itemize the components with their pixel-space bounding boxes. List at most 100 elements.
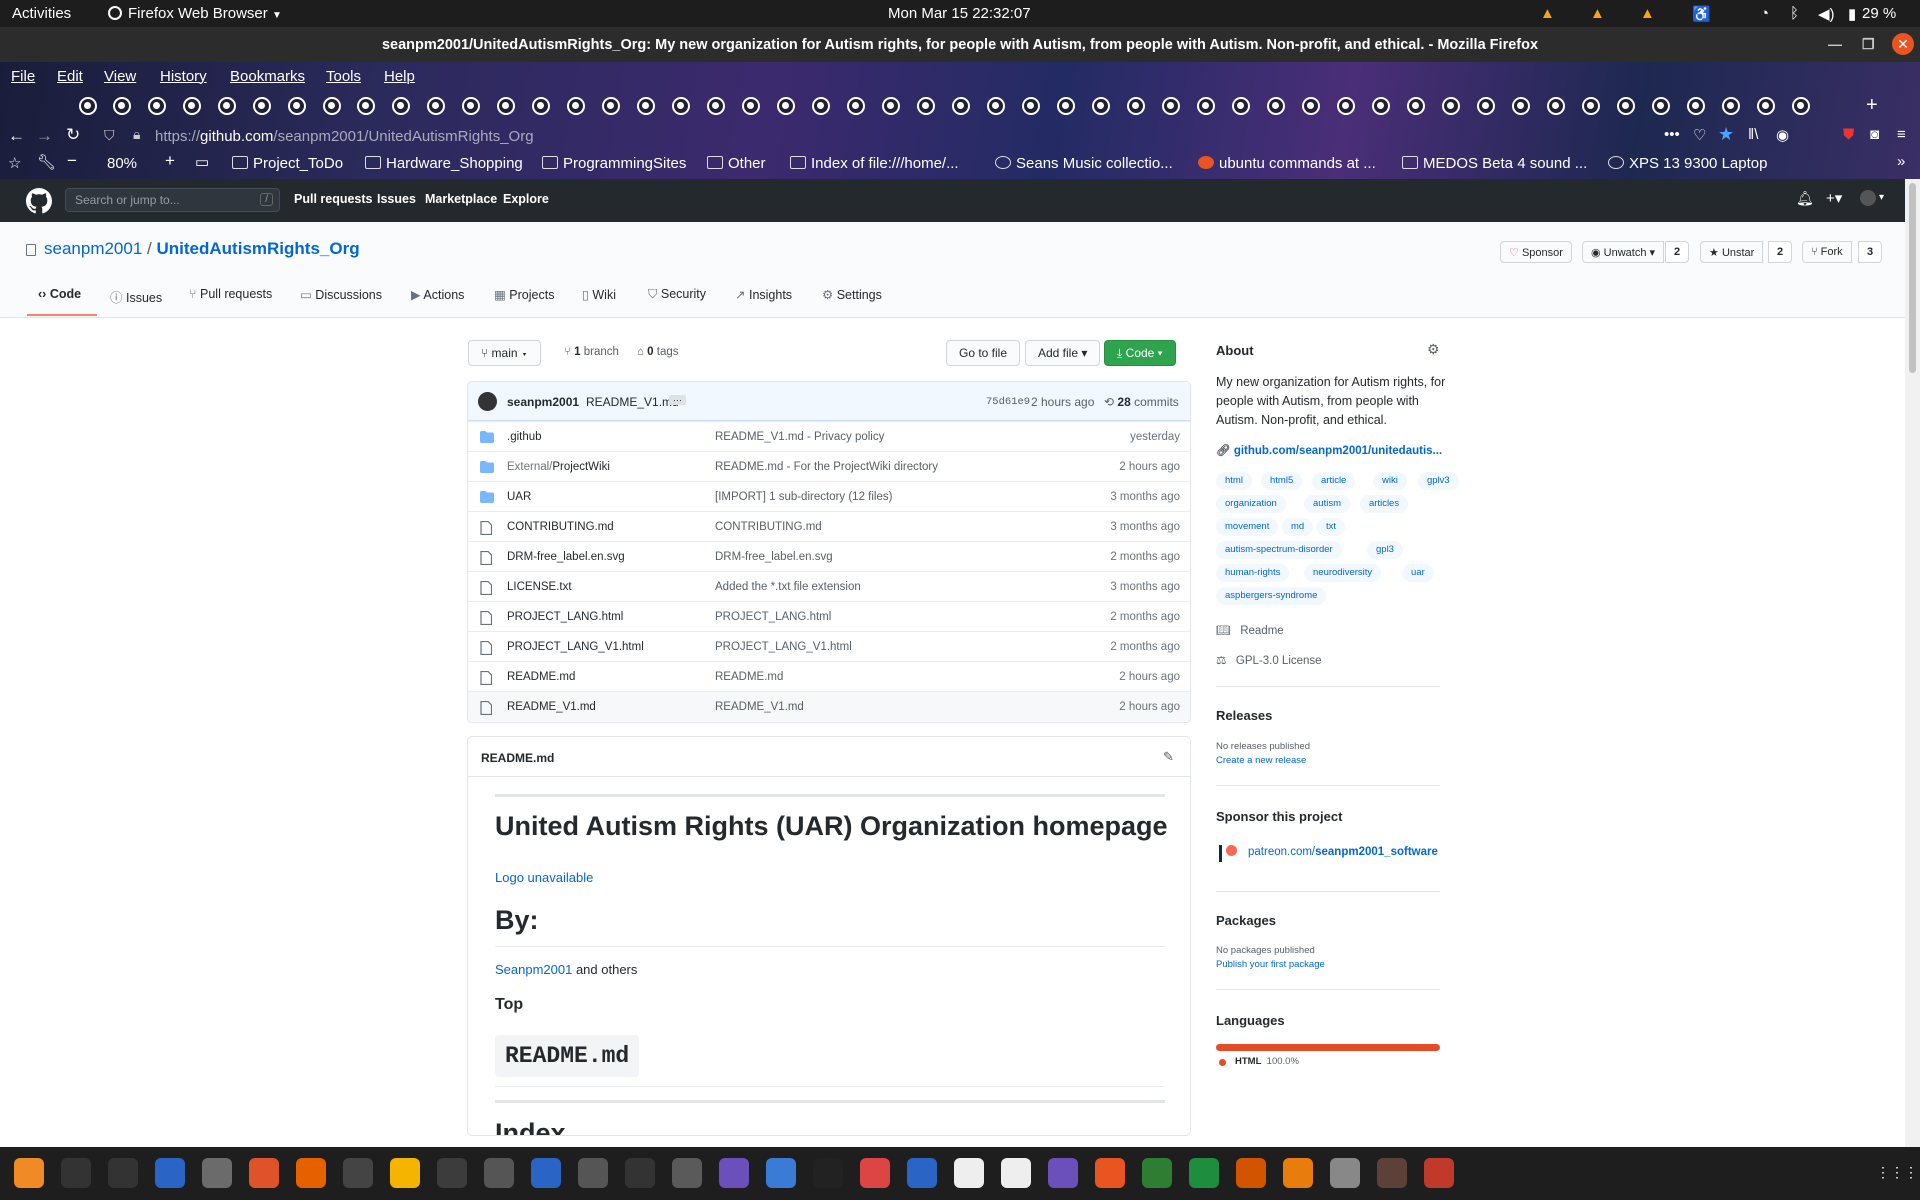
commit-message-link[interactable]: PROJECT_LANG.html xyxy=(715,611,831,623)
ublock-icon[interactable]: ⛊ xyxy=(1843,126,1854,143)
code-button[interactable]: ⤓ Code ▾ xyxy=(1104,340,1176,366)
character-map-icon[interactable] xyxy=(954,1158,984,1188)
image-editor-icon[interactable] xyxy=(1142,1158,1172,1188)
bell-icon[interactable]: 🔔︎ xyxy=(1796,190,1814,207)
commit-message-link[interactable]: README_V1.md - Privacy policy xyxy=(715,431,884,443)
file-name-link[interactable]: External/ProjectWiki xyxy=(507,461,610,473)
nav-explore[interactable]: Explore xyxy=(503,192,549,206)
bookmark-item[interactable]: Other xyxy=(707,155,766,172)
virtualbox-icon[interactable] xyxy=(766,1158,796,1188)
file-name-link[interactable]: README.md xyxy=(507,671,575,683)
new-tab-icon[interactable]: + xyxy=(1866,94,1878,117)
language-item[interactable]: HTML 100.0% xyxy=(1235,1056,1299,1067)
topic-tag[interactable]: txt xyxy=(1317,518,1346,536)
browser-tab-icon[interactable] xyxy=(1162,97,1180,115)
chevron-down-icon[interactable]: ▾ xyxy=(1879,192,1884,203)
tab-discussions[interactable]: ▭ Discussions xyxy=(300,287,382,302)
topic-tag[interactable]: movement xyxy=(1216,518,1279,536)
accessibility-icon[interactable]: ♿ xyxy=(1692,5,1711,23)
browser-tab-icon[interactable] xyxy=(1407,97,1425,115)
menu-tools[interactable]: Tools xyxy=(326,68,361,85)
branch-selector[interactable]: ⑂ main ▾ xyxy=(468,340,542,366)
menu-bookmarks[interactable]: Bookmarks xyxy=(230,68,305,85)
browser-tab-icon[interactable] xyxy=(1057,97,1075,115)
more-icon[interactable]: ••• xyxy=(1664,126,1680,143)
app-store-icon[interactable] xyxy=(1095,1158,1125,1188)
search-input[interactable]: Search or jump to... / xyxy=(65,188,280,212)
fork-count[interactable]: 3 xyxy=(1858,241,1883,263)
browser-tab-icon[interactable] xyxy=(1302,97,1320,115)
publish-package-link[interactable]: Publish your first package xyxy=(1216,959,1325,970)
commit-message-link[interactable]: CONTRIBUTING.md xyxy=(715,521,822,533)
minimize-icon[interactable]: — xyxy=(1828,36,1842,52)
gear-icon[interactable]: ⚙ xyxy=(1427,341,1440,358)
commit-author[interactable]: seanpm2001 xyxy=(507,395,579,409)
vpn-icon[interactable] xyxy=(719,1158,749,1188)
toggle-icon[interactable] xyxy=(1048,1158,1078,1188)
menu-icon[interactable]: ≡ xyxy=(1897,126,1906,143)
browser-tab-icon[interactable] xyxy=(1127,97,1145,115)
wifi-icon[interactable]: ◔ xyxy=(1760,5,1769,22)
browser-tab-icon[interactable] xyxy=(777,97,795,115)
system-monitor-icon[interactable] xyxy=(108,1158,138,1188)
commits-link[interactable]: ⟲ 28 commits xyxy=(1104,395,1179,409)
browser-tab-icon[interactable] xyxy=(1792,97,1810,115)
topic-tag[interactable]: organization xyxy=(1216,495,1286,513)
software-updater-icon[interactable] xyxy=(672,1158,702,1188)
bookmark-item[interactable]: ubuntu commands at ... xyxy=(1198,155,1376,172)
browser-tab-icon[interactable] xyxy=(707,97,725,115)
license-link[interactable]: ⚖ GPL-3.0 License xyxy=(1216,653,1322,667)
lock-icon[interactable]: 🔒︎ xyxy=(133,126,140,143)
minecraft-icon[interactable] xyxy=(1377,1158,1407,1188)
topic-tag[interactable]: articles xyxy=(1360,495,1409,513)
browser-tab-icon[interactable] xyxy=(113,97,131,115)
file-name-link[interactable]: README_V1.md xyxy=(507,701,596,713)
tab-actions[interactable]: ▶ Actions xyxy=(411,287,464,302)
browser-tab-icon[interactable] xyxy=(882,97,900,115)
browser-tab-icon[interactable] xyxy=(148,97,166,115)
tab-issues[interactable]: ⓘ Issues xyxy=(110,287,162,306)
reload-icon[interactable]: ↻ xyxy=(66,125,80,145)
nav-issues[interactable]: Issues xyxy=(377,192,416,206)
file-row[interactable]: CONTRIBUTING.md CONTRIBUTING.md 3 months a… xyxy=(468,511,1190,541)
menu-help[interactable]: Help xyxy=(384,68,415,85)
file-row[interactable]: LICENSE.txt Added the *.txt file extensio… xyxy=(468,571,1190,601)
bookmark-item[interactable]: Seans Music collectio... xyxy=(995,155,1173,172)
topic-tag[interactable]: uar xyxy=(1402,564,1434,582)
menu-view[interactable]: View xyxy=(104,68,136,85)
zoom-out-icon[interactable]: − xyxy=(67,151,77,171)
topic-tag[interactable]: autism-spectrum-disorder xyxy=(1216,541,1342,559)
shield-icon[interactable]: ⛉ xyxy=(104,127,115,144)
commit-message-link[interactable]: PROJECT_LANG_V1.html xyxy=(715,641,852,653)
file-row[interactable]: README.md README.md 2 hours ago xyxy=(468,661,1190,691)
browser-tab-icon[interactable] xyxy=(987,97,1005,115)
fork-button[interactable]: ⑂ Fork xyxy=(1802,241,1852,263)
browser-tab-icon[interactable] xyxy=(1022,97,1040,115)
wrench-icon[interactable]: 🔧︎ xyxy=(37,153,56,171)
zoom-level[interactable]: 80% xyxy=(107,155,137,172)
browser-tab-icon[interactable] xyxy=(1267,97,1285,115)
disk-usage-icon[interactable] xyxy=(249,1158,279,1188)
go-to-file-button[interactable]: Go to file xyxy=(946,340,1021,366)
topic-tag[interactable]: wiki xyxy=(1373,472,1407,490)
browser-tab-icon[interactable] xyxy=(1512,97,1530,115)
menu-edit[interactable]: Edit xyxy=(57,68,83,85)
page-scrollbar[interactable] xyxy=(1905,179,1920,1147)
patreon-link[interactable]: patreon.com/seanpm2001_software xyxy=(1248,846,1438,858)
browser-tab-icon[interactable] xyxy=(812,97,830,115)
browser-tab-icon[interactable] xyxy=(427,97,445,115)
settings-icon[interactable] xyxy=(484,1158,514,1188)
clock[interactable]: Mon Mar 15 22:32:07 xyxy=(888,5,1031,22)
tab-wiki[interactable]: ▯ Wiki xyxy=(582,287,616,302)
browser-tab-icon[interactable] xyxy=(1547,97,1565,115)
file-name-link[interactable]: PROJECT_LANG_V1.html xyxy=(507,641,644,653)
tab-security[interactable]: ⛉ Security xyxy=(648,287,706,302)
star-count[interactable]: 2 xyxy=(1768,241,1793,263)
topic-tag[interactable]: gplv3 xyxy=(1418,472,1459,490)
blender-icon[interactable] xyxy=(1283,1158,1313,1188)
browser-tab-icon[interactable] xyxy=(1197,97,1215,115)
file-name-link[interactable]: PROJECT_LANG.html xyxy=(507,611,623,623)
nav-pull-requests[interactable]: Pull requests xyxy=(294,192,373,206)
app-menu[interactable]: Firefox Web Browser ▼ xyxy=(108,5,282,22)
browser-tab-icon[interactable] xyxy=(637,97,655,115)
